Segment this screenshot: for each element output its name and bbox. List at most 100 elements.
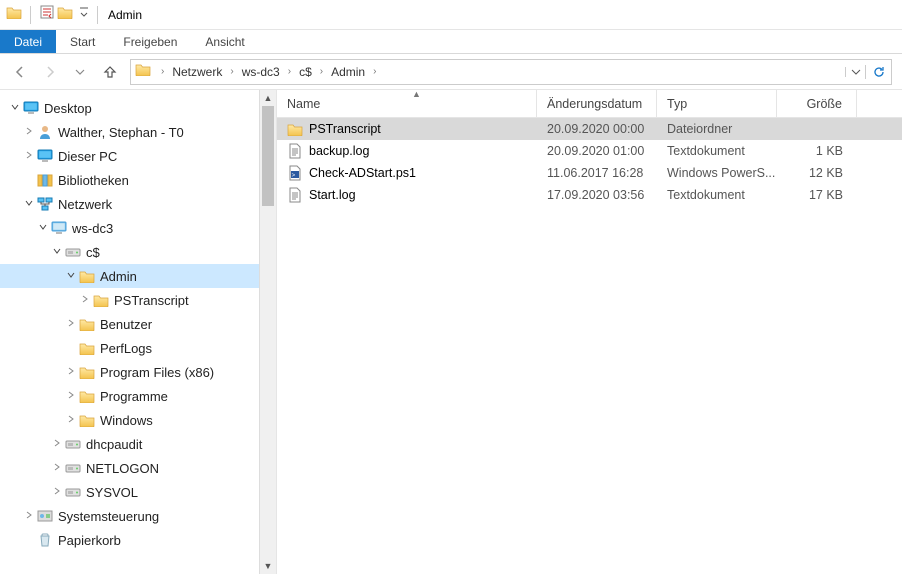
tree-item[interactable]: Papierkorb [0,528,276,552]
nav-back-icon[interactable] [6,58,34,86]
properties-icon[interactable] [39,4,55,25]
expander-icon[interactable] [8,101,22,115]
tree-item[interactable]: Bibliotheken [0,168,276,192]
scroll-up-icon[interactable]: ▲ [260,90,276,106]
tree-label: SYSVOL [86,485,138,500]
expander-icon[interactable] [64,413,78,427]
breadcrumb[interactable]: Admin [329,60,367,84]
tree-item[interactable]: PSTranscript [0,288,276,312]
tree-item[interactable]: PerfLogs [0,336,276,360]
folder-icon [135,63,151,81]
tree-label: NETLOGON [86,461,159,476]
tree-item[interactable]: Admin [0,264,276,288]
col-name[interactable]: ▲Name [277,90,537,117]
lib-icon [36,173,54,187]
tree-item[interactable]: SYSVOL [0,480,276,504]
list-row[interactable]: backup.log20.09.2020 01:00Textdokument1 … [277,140,902,162]
tree-item[interactable]: Programme [0,384,276,408]
chevron-right-icon[interactable]: › [367,66,382,77]
nav-up-icon[interactable] [96,58,124,86]
expander-icon[interactable] [64,365,78,379]
expander-icon[interactable] [78,293,92,307]
drive-icon [64,245,82,259]
expander-icon[interactable] [36,221,50,235]
tree-item[interactable]: Program Files (x86) [0,360,276,384]
ps-icon: >_ [287,165,303,181]
list-row[interactable]: >_Check-ADStart.ps111.06.2017 16:28Windo… [277,162,902,184]
folder-icon [78,390,96,403]
qat-dropdown-icon[interactable] [79,4,89,25]
scrollbar[interactable]: ▲▼ [259,90,276,574]
tree-label: dhcpaudit [86,437,142,452]
expander-icon[interactable] [64,317,78,331]
scroll-thumb[interactable] [262,106,274,206]
chevron-right-icon[interactable]: › [314,66,329,77]
chevron-right-icon[interactable]: › [224,66,239,77]
list-row[interactable]: PSTranscript20.09.2020 00:00Dateiordner [277,118,902,140]
file-name: Start.log [309,188,356,202]
tree-item[interactable]: Systemsteuerung [0,504,276,528]
tree-item[interactable]: Walther, Stephan - T0 [0,120,276,144]
scroll-down-icon[interactable]: ▼ [260,558,276,574]
file-name: PSTranscript [309,122,381,136]
chevron-right-icon[interactable]: › [282,66,297,77]
tree-item[interactable]: Desktop [0,96,276,120]
tree-item[interactable]: c$ [0,240,276,264]
tree-item[interactable]: ws-dc3 [0,216,276,240]
tree-label: Program Files (x86) [100,365,214,380]
expander-icon[interactable] [22,125,36,139]
tree-item[interactable]: NETLOGON [0,456,276,480]
expander-icon[interactable] [64,389,78,403]
net-icon [36,197,54,211]
navbar: › Netzwerk › ws-dc3 › c$ › Admin › [0,54,902,90]
tree-item[interactable]: dhcpaudit [0,432,276,456]
tree-label: Systemsteuerung [58,509,159,524]
file-size: 1 KB [777,144,857,158]
expander-icon[interactable] [22,197,36,211]
txt-icon [287,143,303,159]
nav-history-icon[interactable] [66,58,94,86]
expander-icon[interactable] [50,485,64,499]
refresh-icon[interactable] [865,65,891,79]
chevron-down-icon[interactable] [845,67,865,77]
tree-label: Papierkorb [58,533,121,548]
tab-file[interactable]: Datei [0,30,56,53]
tree-label: PerfLogs [100,341,152,356]
expander-icon[interactable] [22,509,36,523]
col-date[interactable]: Änderungsdatum [537,90,657,117]
tab-share[interactable]: Freigeben [109,30,191,53]
tree-label: Programme [100,389,168,404]
expander-icon[interactable] [50,461,64,475]
address-bar[interactable]: › Netzwerk › ws-dc3 › c$ › Admin › [130,59,892,85]
breadcrumb[interactable]: ws-dc3 [240,60,282,84]
drive-icon [64,437,82,451]
col-type[interactable]: Typ [657,90,777,117]
txt-icon [287,187,303,203]
file-list: ▲Name Änderungsdatum Typ Größe PSTranscr… [277,90,902,574]
file-type: Textdokument [657,188,777,202]
tree-item[interactable]: Windows [0,408,276,432]
nav-tree[interactable]: DesktopWalther, Stephan - T0Dieser PC Bib… [0,90,277,574]
expander-icon[interactable] [22,149,36,163]
cp-icon [36,508,54,524]
tree-label: Bibliotheken [58,173,129,188]
tab-home[interactable]: Start [56,30,109,53]
tree-item[interactable]: Benutzer [0,312,276,336]
expander-icon[interactable] [64,269,78,283]
list-row[interactable]: Start.log17.09.2020 03:56Textdokument17 … [277,184,902,206]
tree-item[interactable]: Dieser PC [0,144,276,168]
chevron-right-icon[interactable]: › [155,66,170,77]
breadcrumb[interactable]: Netzwerk [170,60,224,84]
folder-icon [78,342,96,355]
tab-view[interactable]: Ansicht [191,30,258,53]
breadcrumb[interactable]: c$ [297,60,314,84]
expander-icon[interactable] [50,245,64,259]
tree-item[interactable]: Netzwerk [0,192,276,216]
folder-icon [78,414,96,427]
sort-asc-icon: ▲ [287,90,546,99]
col-size[interactable]: Größe [777,90,857,117]
folder-open-icon[interactable] [57,6,73,24]
computer-icon [50,221,68,235]
svg-text:>_: >_ [292,173,300,179]
expander-icon[interactable] [50,437,64,451]
